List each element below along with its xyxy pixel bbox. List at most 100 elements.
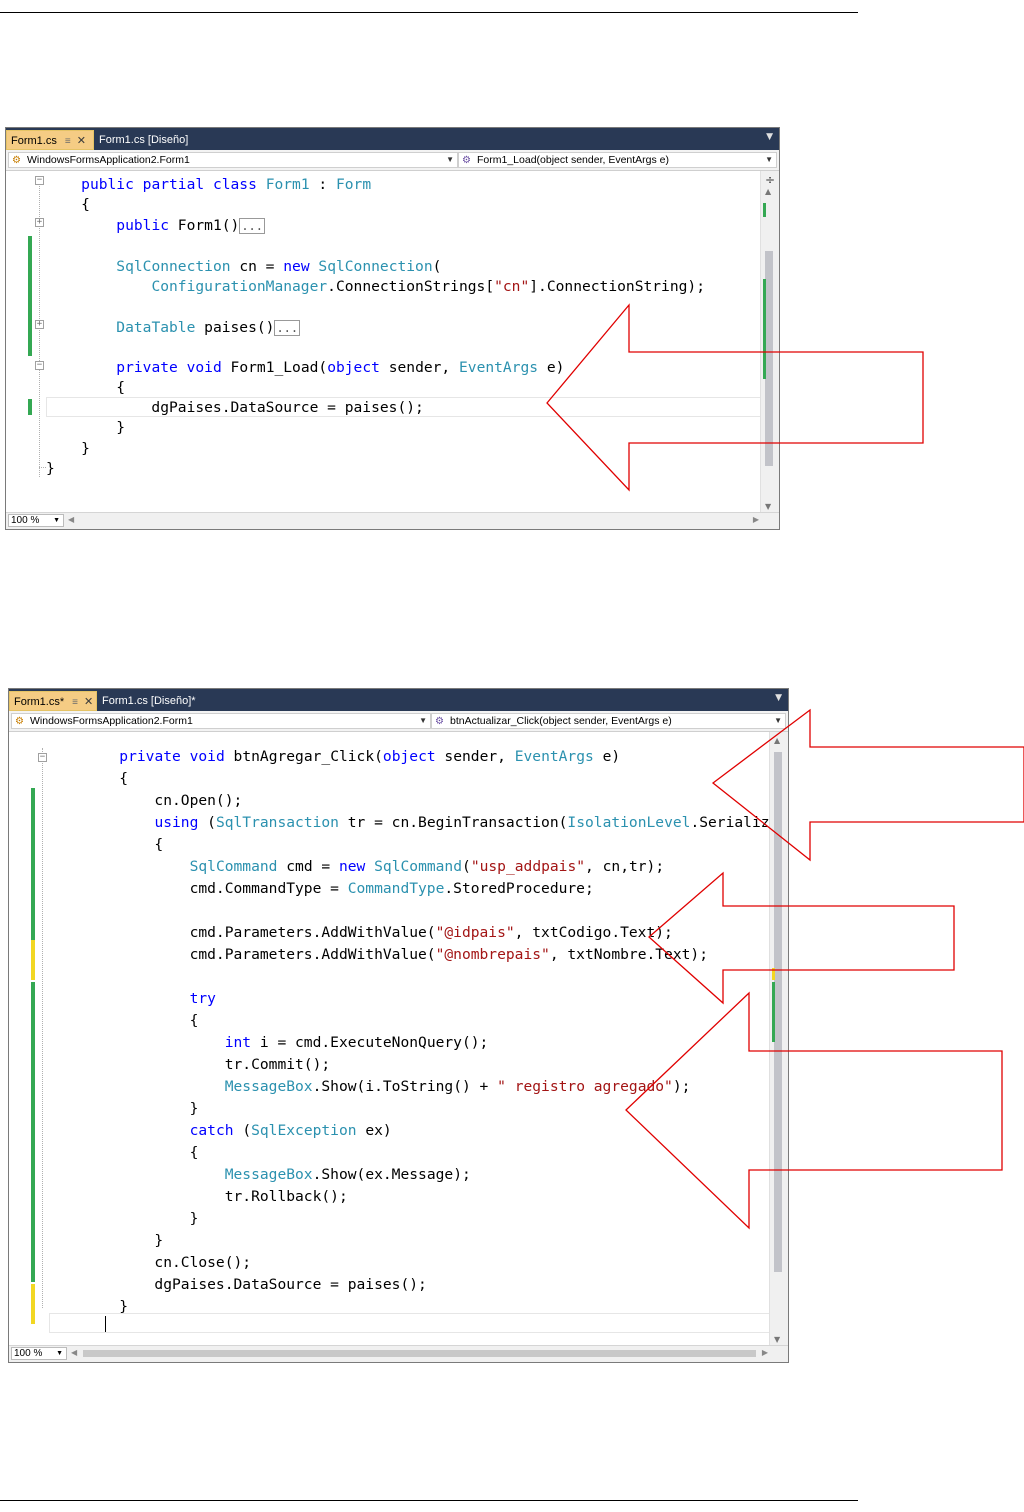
code-line: MessageBox.Show(ex.Message); xyxy=(224,1166,471,1183)
tab-form1-design[interactable]: Form1.cs [Diseño] xyxy=(95,130,192,150)
change-marker xyxy=(31,1284,35,1324)
page-top-rule xyxy=(0,12,858,13)
scroll-left-icon[interactable]: ◀ xyxy=(68,515,74,524)
scroll-up-icon[interactable]: ▲ xyxy=(765,187,771,196)
scroll-change-marker xyxy=(772,982,775,1042)
member-selector-value: Form1_Load(object sender, EventArgs e) xyxy=(477,154,670,166)
annotation-arrows xyxy=(625,708,1024,1230)
code-line: } xyxy=(49,1298,129,1315)
scroll-left-icon[interactable]: ◀ xyxy=(71,1348,77,1357)
tab-label: Form1.cs [Diseño] xyxy=(99,134,189,146)
collapse-icon[interactable]: − xyxy=(35,176,44,185)
code-line: public partial class Form1 : Form xyxy=(81,176,372,193)
code-area[interactable]: − private void btnAgregar_Click(object s… xyxy=(9,732,788,1346)
scroll-up-icon[interactable]: ▲ xyxy=(774,736,780,745)
class-selector-value: WindowsFormsApplication2.Form1 xyxy=(30,715,193,727)
method-icon: ⚙ xyxy=(462,155,471,166)
code-line: { xyxy=(49,770,129,787)
class-selector[interactable]: ⚙ WindowsFormsApplication2.Form1 ▼ xyxy=(11,713,431,729)
pin-icon[interactable]: ≡ xyxy=(65,136,71,147)
editor-status-bar: 100 % ▼ ◀ ▶ xyxy=(9,1345,788,1362)
class-selector[interactable]: ⚙ WindowsFormsApplication2.Form1 ▼ xyxy=(8,152,458,168)
change-marker xyxy=(31,788,35,940)
scrollbar-thumb[interactable] xyxy=(765,251,773,466)
expand-icon[interactable]: + xyxy=(35,320,44,329)
tab-menu-dropdown-icon[interactable]: ▼ xyxy=(775,693,782,703)
code-line: { xyxy=(49,1144,199,1161)
code-line: SqlConnection cn = new SqlConnection( xyxy=(116,258,442,275)
horizontal-scrollbar[interactable]: ◀ ▶ xyxy=(71,1348,768,1358)
chevron-down-icon: ▼ xyxy=(446,155,454,164)
code-editor-window-1: Form1.cs ≡ ✕ Form1.cs [Diseño] ▼ ⚙ Windows… xyxy=(5,127,780,530)
vertical-scrollbar[interactable]: ÷ ▲ ▼ xyxy=(760,171,779,513)
tab-form1-design[interactable]: Form1.cs [Diseño]* xyxy=(98,691,200,711)
editor-status-bar: 100 % ▼ ◀ ▶ xyxy=(6,512,779,529)
chevron-down-icon: ▼ xyxy=(774,716,782,725)
code-line: { xyxy=(49,1012,199,1029)
zoom-level: 100 % xyxy=(14,1348,43,1359)
close-icon[interactable]: ✕ xyxy=(84,696,93,708)
code-line: cmd.CommandType = CommandType.StoredProc… xyxy=(49,880,594,897)
code-line: cn.Open(); xyxy=(49,792,243,809)
class-icon: ⚙ xyxy=(12,155,21,166)
class-selector-value: WindowsFormsApplication2.Form1 xyxy=(27,154,190,166)
tab-form1-cs[interactable]: Form1.cs ≡ ✕ xyxy=(6,130,94,150)
zoom-selector[interactable]: 100 % ▼ xyxy=(8,514,64,527)
outline-guide xyxy=(42,748,43,1308)
tab-label: Form1.cs* xyxy=(14,696,65,708)
code-editor-window-2: Form1.cs* ≡ ✕ Form1.cs [Diseño]* ▼ ⚙ Windo… xyxy=(8,688,789,1363)
chevron-down-icon: ▼ xyxy=(53,517,60,524)
collapsed-region[interactable]: ... xyxy=(239,218,265,234)
chevron-down-icon: ▼ xyxy=(56,1350,63,1357)
scrollbar-thumb[interactable] xyxy=(774,752,782,1272)
collapse-icon[interactable]: − xyxy=(35,361,44,370)
code-line: } xyxy=(49,1232,164,1249)
code-area[interactable]: − + + − public partial class Form1 : For… xyxy=(6,171,761,513)
code-line: dgPaises.DataSource = paises(); xyxy=(46,399,424,416)
tab-label: Form1.cs [Diseño]* xyxy=(102,695,196,707)
scroll-change-marker xyxy=(763,279,766,379)
outline-guide xyxy=(39,183,40,477)
horizontal-scrollbar-thumb[interactable] xyxy=(83,1350,756,1357)
collapse-icon[interactable]: − xyxy=(38,753,47,762)
code-line: } xyxy=(46,460,55,477)
scroll-right-icon[interactable]: ▶ xyxy=(762,1348,768,1357)
code-line: private void btnAgregar_Click(object sen… xyxy=(119,748,621,765)
close-icon[interactable]: ✕ xyxy=(77,135,86,147)
collapsed-region[interactable]: ... xyxy=(274,320,301,336)
split-icon[interactable]: ÷ xyxy=(765,173,775,187)
member-selector[interactable]: ⚙ Form1_Load(object sender, EventArgs e)… xyxy=(458,152,777,168)
tab-menu-dropdown-icon[interactable]: ▼ xyxy=(766,132,773,142)
code-line: MessageBox.Show(i.ToString() + " registr… xyxy=(224,1078,691,1095)
scroll-down-icon[interactable]: ▼ xyxy=(765,502,771,511)
expand-icon[interactable]: + xyxy=(35,218,44,227)
change-marker xyxy=(31,982,35,1282)
document-tab-strip: Form1.cs* ≡ ✕ Form1.cs [Diseño]* ▼ xyxy=(9,689,788,711)
code-line: SqlCommand cmd = new SqlCommand("usp_add… xyxy=(189,858,665,875)
scroll-down-icon[interactable]: ▼ xyxy=(774,1335,780,1344)
vertical-scrollbar[interactable]: ▲ ▼ xyxy=(769,732,788,1346)
navigation-bar: ⚙ WindowsFormsApplication2.Form1 ▼ ⚙ For… xyxy=(6,150,779,171)
member-selector-value: btnActualizar_Click(object sender, Event… xyxy=(450,715,672,727)
change-marker xyxy=(28,236,32,356)
tab-form1-cs[interactable]: Form1.cs* ≡ ✕ xyxy=(9,691,97,711)
change-marker xyxy=(28,399,32,415)
code-line: } xyxy=(49,1100,199,1117)
pin-icon[interactable]: ≡ xyxy=(72,697,78,708)
member-selector[interactable]: ⚙ btnActualizar_Click(object sender, Eve… xyxy=(431,713,786,729)
class-icon: ⚙ xyxy=(15,716,24,727)
zoom-level: 100 % xyxy=(11,515,40,526)
code-line: { xyxy=(46,196,90,213)
code-line: public Form1()... xyxy=(116,217,265,234)
scroll-change-marker xyxy=(763,203,766,217)
code-line: using (SqlTransaction tr = cn.BeginTrans… xyxy=(154,814,788,831)
code-line: try xyxy=(189,990,216,1007)
zoom-selector[interactable]: 100 % ▼ xyxy=(11,1347,67,1360)
horizontal-scrollbar[interactable]: ◀ ▶ xyxy=(68,515,759,525)
scroll-right-icon[interactable]: ▶ xyxy=(753,515,759,524)
chevron-down-icon: ▼ xyxy=(765,155,773,164)
code-line: int i = cmd.ExecuteNonQuery(); xyxy=(224,1034,489,1051)
text-cursor xyxy=(105,1316,106,1332)
outline-guide xyxy=(39,467,46,468)
tab-label: Form1.cs xyxy=(11,135,57,147)
